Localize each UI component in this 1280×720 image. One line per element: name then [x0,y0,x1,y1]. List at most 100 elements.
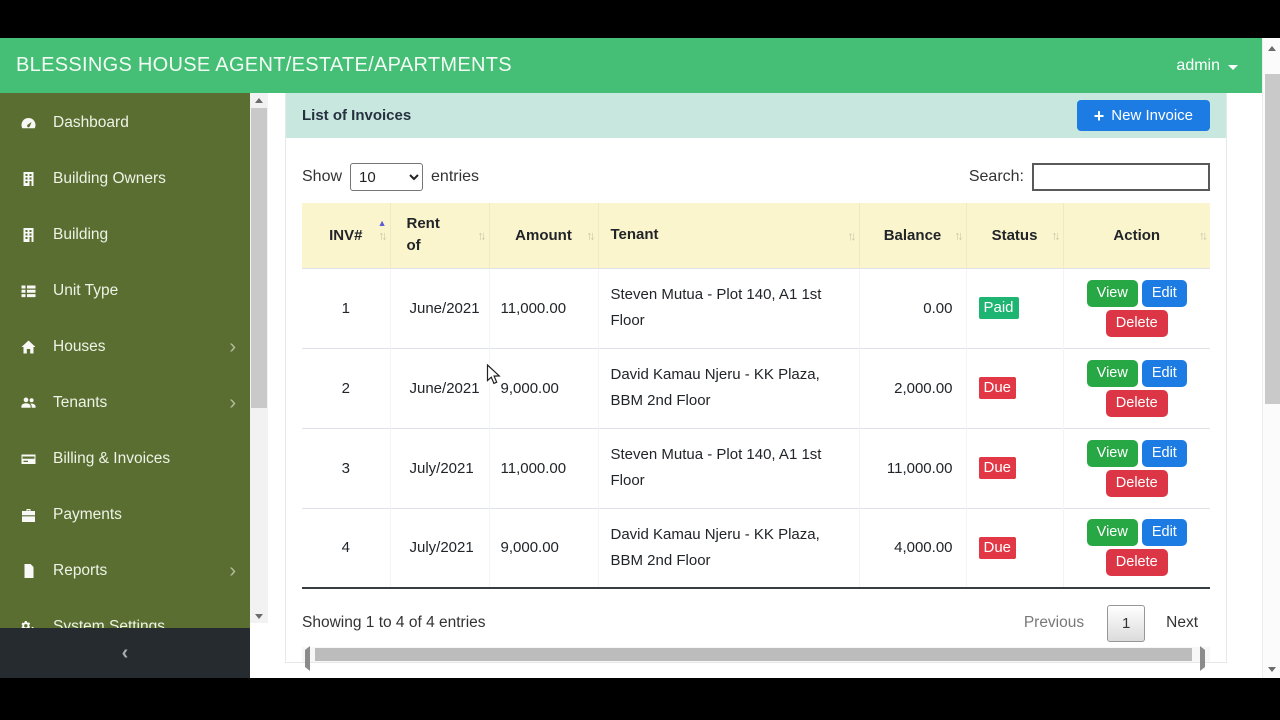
edit-button[interactable]: Edit [1141,439,1187,467]
tachometer-icon [20,115,40,131]
cell-invoice-number: 4 [302,507,391,588]
page-scroll-up-arrow[interactable] [1263,41,1280,55]
column-header-status[interactable]: Status ↑↓ [966,203,1064,268]
sidebar-item-label: Payments [53,506,122,523]
status-badge: Due [978,536,1017,559]
view-button[interactable]: View [1086,279,1138,307]
users-icon [20,395,40,411]
sort-icon: ↑↓ [1199,228,1208,243]
column-header-balance[interactable]: Balance ↑↓ [859,203,967,268]
page-length-select[interactable]: 10 [350,163,424,191]
building-icon [20,227,40,243]
letterbox-bottom [0,678,1280,720]
sidebar-item-building[interactable]: Building [0,207,250,263]
pagination-next[interactable]: Next [1154,614,1210,632]
pagination-previous[interactable]: Previous [1010,614,1098,632]
cell-amount: 11,000.00 [489,427,599,508]
page-title: List of Invoices [302,107,412,124]
table-row: 1 June/2021 11,000.00 Steven Mutua - Plot 1… [302,267,1210,348]
page-scroll-down-arrow[interactable] [1263,662,1280,676]
show-label: Show [302,168,343,185]
view-button[interactable]: View [1086,519,1138,547]
pagination-page-1[interactable]: 1 [1107,604,1146,642]
user-menu[interactable]: admin [1176,57,1246,75]
table-controls: Show 10 entries Search: [302,163,1210,191]
card-header: List of Invoices + New Invoice [286,93,1226,138]
delete-button[interactable]: Delete [1105,309,1168,337]
sidebar-item-billing-invoices[interactable]: Billing & Invoices [0,431,250,487]
cell-invoice-number: 2 [302,347,391,428]
file-icon [20,563,40,579]
sidebar-item-dashboard[interactable]: Dashboard [0,95,250,151]
home-icon [20,339,40,355]
sidebar-item-payments[interactable]: Payments [0,487,250,543]
cell-balance: 2,000.00 [859,347,967,428]
scroll-up-arrow[interactable] [250,93,268,107]
sidebar-item-label: Unit Type [53,282,119,299]
cell-balance: 4,000.00 [859,507,967,588]
sidebar-item-unit-type[interactable]: Unit Type [0,263,250,319]
chevron-left-icon: ‹ [121,641,129,664]
search-label: Search: [968,168,1024,185]
sidebar-scrollbar-thumb[interactable] [251,108,267,408]
cell-amount: 9,000.00 [489,507,599,588]
sidebar-item-label: Tenants [53,394,108,411]
sort-icon: ↑↓ [1051,228,1061,243]
edit-button[interactable]: Edit [1141,359,1187,387]
credit-card-icon [20,451,40,467]
plus-icon: + [1093,105,1105,126]
card-body: Show 10 entries Search: INV# ▲ ↑↓ Rent of ↑↓… [286,138,1226,671]
sidebar-collapse-button[interactable]: ‹ [0,628,250,678]
delete-button[interactable]: Delete [1105,549,1168,577]
cell-rent-of: June/2021 [390,267,490,348]
scroll-right-arrow[interactable] [1200,646,1205,671]
page-length-group: Show 10 entries [302,163,479,191]
table-footer: Showing 1 to 4 of 4 entries Previous 1 N… [302,604,1210,642]
sidebar-item-label: Billing & Invoices [53,450,171,467]
status-badge: Due [978,457,1017,479]
table-header-row: INV# ▲ ↑↓ Rent of ↑↓ Amount ↑↓ Tenant ↑↓ Balance ↑… [302,203,1210,268]
table-row: 4 July/2021 9,000.00 David Kamau Njeru - KK… [302,507,1210,588]
edit-button[interactable]: Edit [1141,519,1187,547]
sidebar-item-reports[interactable]: Reports › [0,543,250,599]
view-button[interactable]: View [1086,439,1138,467]
view-button[interactable]: View [1086,359,1138,387]
delete-button[interactable]: Delete [1105,389,1168,417]
letterbox-top [0,0,1280,38]
new-invoice-button[interactable]: + New Invoice [1076,100,1210,131]
cell-status: Due [966,507,1064,588]
cell-balance: 0.00 [859,267,967,348]
sidebar-item-tenants[interactable]: Tenants › [0,375,250,431]
column-header-rent-of[interactable]: Rent of ↑↓ [390,203,490,268]
horizontal-scrollbar-thumb[interactable] [315,648,1192,661]
sidebar-item-system-settings[interactable]: System Settings [0,599,250,628]
sidebar-item-building-owners[interactable]: Building Owners [0,151,250,207]
sidebar-item-houses[interactable]: Houses › [0,319,250,375]
sidebar-scrollbar [250,93,268,623]
column-label: Action [1113,226,1161,244]
table-row: 2 June/2021 9,000.00 David Kamau Njeru - KK… [302,347,1210,428]
pagination: Previous 1 Next [1010,604,1210,642]
scroll-left-arrow[interactable] [305,646,310,671]
column-header-action[interactable]: Action ↑↓ [1063,203,1210,268]
building-icon [20,171,40,187]
search-group: Search: [969,163,1210,191]
column-header-inv[interactable]: INV# ▲ ↑↓ [302,203,391,268]
sidebar-menu: Dashboard Building Owners Building Unit Typ… [0,93,250,628]
cell-actions: View Edit Delete [1063,267,1210,348]
cell-amount: 9,000.00 [489,347,599,428]
delete-button[interactable]: Delete [1105,469,1168,497]
cell-rent-of: June/2021 [390,347,490,428]
cell-actions: View Edit Delete [1063,427,1210,508]
sidebar-item-label: System Settings [53,618,165,628]
cell-balance: 11,000.00 [859,427,967,508]
column-header-tenant[interactable]: Tenant ↑↓ [598,203,860,268]
scroll-down-arrow[interactable] [250,609,268,623]
page-scrollbar-thumb[interactable] [1265,74,1280,404]
search-input[interactable] [1032,163,1210,191]
column-label: Status [991,226,1038,244]
edit-button[interactable]: Edit [1141,279,1187,307]
cell-status: Due [966,427,1064,508]
column-header-amount[interactable]: Amount ↑↓ [489,203,599,268]
status-badge: Paid [978,297,1019,319]
